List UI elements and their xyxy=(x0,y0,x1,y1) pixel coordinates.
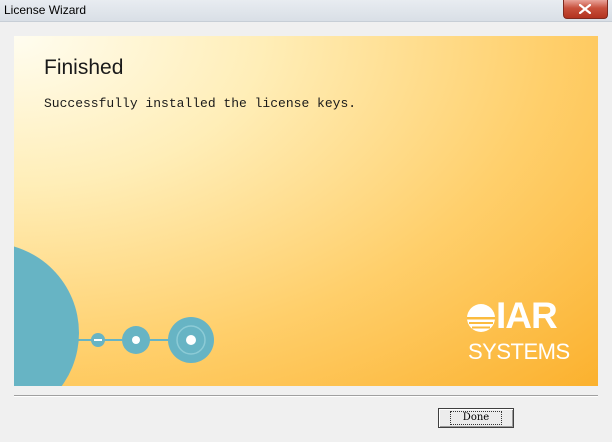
done-button-label: Done xyxy=(449,411,503,425)
logo-brand-text: IAR xyxy=(496,295,558,336)
divider xyxy=(14,395,598,397)
close-button[interactable] xyxy=(563,0,608,19)
iar-logo-mark-icon xyxy=(467,304,495,332)
done-button[interactable]: Done xyxy=(438,408,514,428)
title-bar: License Wizard xyxy=(0,0,612,22)
window-body: Finished Successfully installed the lice… xyxy=(0,22,612,442)
wizard-banner: Finished Successfully installed the lice… xyxy=(14,36,598,386)
logo-systems-text: SYSTEMS xyxy=(468,339,570,364)
window-title: License Wizard xyxy=(4,3,87,17)
close-icon xyxy=(579,4,591,14)
